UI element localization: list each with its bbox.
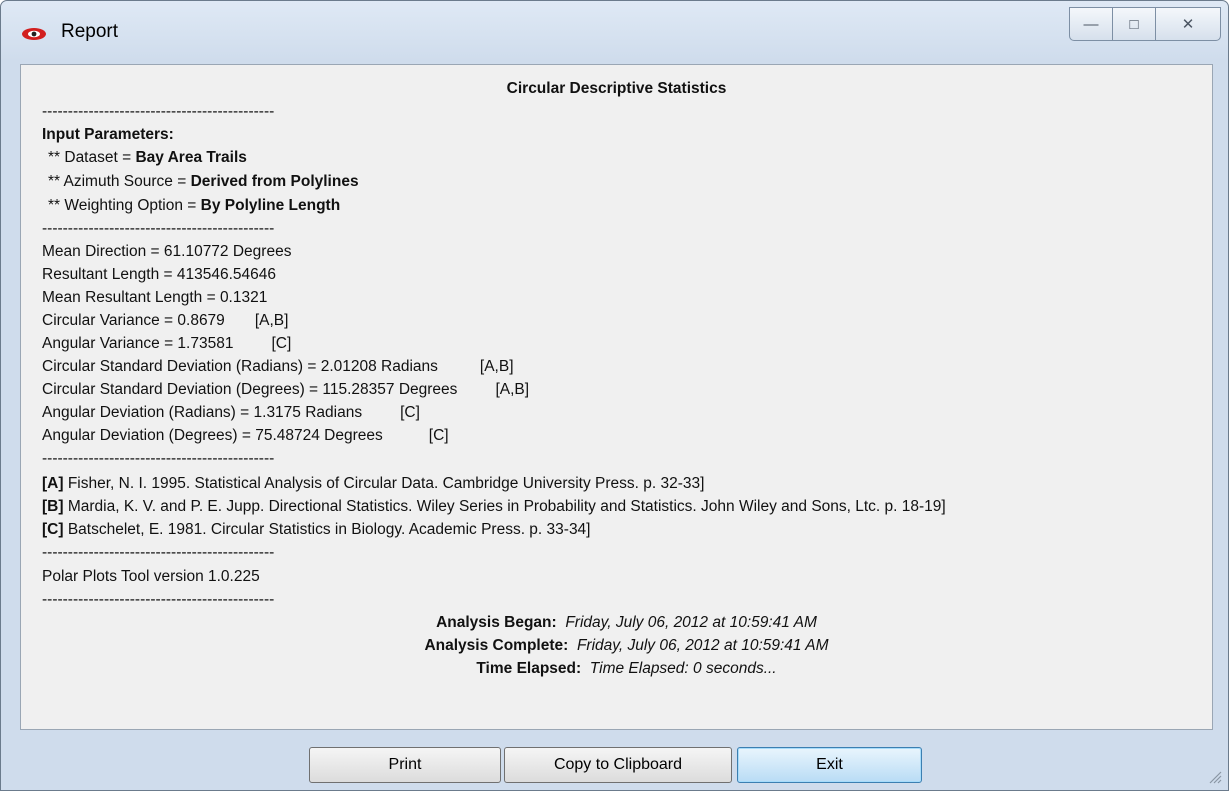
- stat-text: Mean Resultant Length = 0.1321: [42, 289, 268, 306]
- title-bar[interactable]: Report — □ ✕: [1, 1, 1230, 65]
- minimize-button[interactable]: —: [1069, 7, 1112, 41]
- stat-ref: [C]: [428, 427, 449, 444]
- stat-text: Circular Variance = 0.8679: [42, 312, 225, 329]
- analysis-complete: Analysis Complete: Friday, July 06, 2012…: [21, 637, 1212, 655]
- reference-tag: [A]: [42, 475, 64, 492]
- divider: ----------------------------------------…: [42, 591, 275, 608]
- reference-text: Mardia, K. V. and P. E. Jupp. Directiona…: [63, 498, 946, 515]
- stat-line: Circular Standard Deviation (Radians) = …: [42, 358, 514, 376]
- param-label: ** Azimuth Source =: [48, 173, 191, 190]
- reference-c: [C] Batschelet, E. 1981. Circular Statis…: [42, 521, 591, 539]
- stat-ref: [C]: [400, 404, 420, 421]
- analysis-began: Analysis Began: Friday, July 06, 2012 at…: [21, 614, 1212, 632]
- print-button[interactable]: Print: [309, 747, 501, 783]
- stat-line: Circular Standard Deviation (Degrees) = …: [42, 381, 529, 399]
- param-value: Derived from Polylines: [190, 173, 359, 190]
- stat-ref: [A,B]: [495, 381, 530, 398]
- stat-line: Mean Resultant Length = 0.1321: [42, 289, 267, 307]
- reference-text: Fisher, N. I. 1995. Statistical Analysis…: [63, 475, 705, 492]
- exit-button[interactable]: Exit: [737, 747, 922, 783]
- stat-text: Circular Standard Deviation (Degrees) = …: [42, 381, 458, 398]
- report-window: Report — □ ✕ Circular Descriptive Statis…: [0, 0, 1229, 791]
- stat-line: Angular Deviation (Degrees) = 75.48724 D…: [42, 427, 449, 445]
- button-bar: Print Copy to Clipboard Exit: [20, 730, 1213, 788]
- close-button[interactable]: ✕: [1155, 7, 1221, 41]
- stat-line: Angular Deviation (Radians) = 1.3175 Rad…: [42, 404, 420, 422]
- reference-tag: [C]: [42, 521, 64, 538]
- time-elapsed: Time Elapsed: Time Elapsed: 0 seconds...: [21, 660, 1212, 678]
- maximize-icon: □: [1129, 15, 1139, 33]
- reference-b: [B] Mardia, K. V. and P. E. Jupp. Direct…: [42, 498, 946, 516]
- stat-text: Resultant Length = 413546.54646: [42, 266, 276, 283]
- divider: ----------------------------------------…: [42, 450, 275, 467]
- timing-value: Friday, July 06, 2012 at 10:59:41 AM: [576, 637, 829, 654]
- window-title: Report: [61, 21, 119, 42]
- param-weighting-option: ** Weighting Option = By Polyline Length: [48, 197, 340, 215]
- param-value: By Polyline Length: [200, 197, 341, 214]
- reference-tag: [B]: [42, 498, 64, 515]
- report-text[interactable]: Circular Descriptive Statistics --------…: [21, 65, 1212, 729]
- stat-text: Angular Deviation (Degrees) = 75.48724 D…: [42, 427, 383, 444]
- stat-line: Mean Direction = 61.10772 Degrees: [42, 243, 291, 261]
- window-controls: — □ ✕: [1069, 7, 1221, 43]
- stat-line: Circular Variance = 0.8679 [A,B]: [42, 312, 288, 330]
- app-eye-icon: [22, 28, 46, 40]
- divider: ----------------------------------------…: [42, 220, 275, 237]
- stat-line: Resultant Length = 413546.54646: [42, 266, 276, 284]
- stat-ref: [C]: [271, 335, 292, 352]
- param-azimuth-source: ** Azimuth Source = Derived from Polylin…: [48, 173, 359, 191]
- minimize-icon: —: [1083, 15, 1099, 33]
- timing-label: Analysis Began:: [436, 614, 557, 631]
- stat-ref: [A,B]: [479, 358, 514, 375]
- report-heading: Circular Descriptive Statistics: [506, 80, 727, 97]
- divider: ----------------------------------------…: [42, 544, 275, 561]
- param-dataset: ** Dataset = Bay Area Trails: [48, 149, 247, 167]
- stat-line: Angular Variance = 1.73581 [C]: [42, 335, 291, 353]
- timing-value: Friday, July 06, 2012 at 10:59:41 AM: [565, 614, 817, 631]
- stat-ref: [A,B]: [254, 312, 289, 329]
- resize-grip-icon[interactable]: [1208, 770, 1222, 784]
- timing-value: Time Elapsed: 0 seconds...: [589, 660, 777, 677]
- close-icon: ✕: [1181, 16, 1195, 33]
- reference-text: Batschelet, E. 1981. Circular Statistics…: [63, 521, 591, 538]
- report-panel: Circular Descriptive Statistics --------…: [20, 64, 1213, 730]
- timing-label: Analysis Complete:: [424, 637, 569, 654]
- version-text: Polar Plots Tool version 1.0.225: [42, 568, 260, 585]
- stat-text: Angular Variance = 1.73581: [42, 335, 234, 352]
- param-label: ** Weighting Option =: [48, 197, 201, 214]
- maximize-button[interactable]: □: [1112, 7, 1155, 41]
- copy-to-clipboard-button[interactable]: Copy to Clipboard: [504, 747, 732, 783]
- stat-text: Mean Direction = 61.10772 Degrees: [42, 243, 292, 260]
- stat-text: Circular Standard Deviation (Radians) = …: [42, 358, 438, 375]
- param-value: Bay Area Trails: [135, 149, 247, 166]
- timing-label: Time Elapsed:: [476, 660, 582, 677]
- stat-text: Angular Deviation (Radians) = 1.3175 Rad…: [42, 404, 363, 421]
- input-parameters-header: Input Parameters:: [42, 126, 174, 143]
- reference-a: [A] Fisher, N. I. 1995. Statistical Anal…: [42, 475, 704, 493]
- divider: ----------------------------------------…: [42, 103, 275, 120]
- param-label: ** Dataset =: [48, 149, 136, 166]
